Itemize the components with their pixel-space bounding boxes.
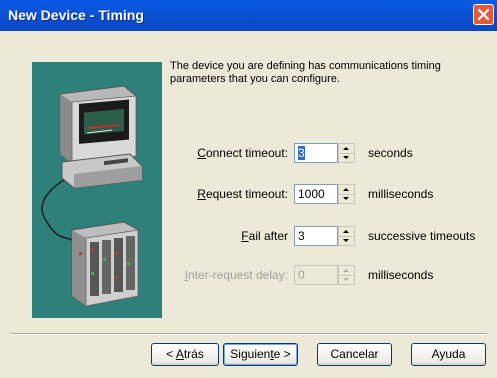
spin-down-icon	[339, 275, 354, 284]
close-button[interactable]	[473, 4, 494, 25]
window-title: New Device - Timing	[8, 7, 144, 23]
spin-down-icon[interactable]	[339, 236, 354, 245]
connect-timeout-value: 3	[298, 146, 305, 160]
connect-timeout-spinner[interactable]	[338, 143, 355, 163]
title-bar[interactable]: New Device - Timing	[0, 0, 497, 31]
inter-request-delay-label: Inter-request delay:	[184, 268, 288, 282]
separator-line	[10, 333, 487, 335]
close-icon	[477, 8, 490, 21]
computer-icon	[59, 85, 143, 189]
fail-after-input[interactable]: 3	[294, 226, 338, 246]
device-rack-icon	[71, 221, 139, 307]
inter-request-delay-input: 0	[294, 265, 338, 285]
request-timeout-spinner[interactable]	[338, 184, 355, 204]
spin-down-icon[interactable]	[339, 194, 354, 203]
spin-down-icon[interactable]	[339, 153, 354, 162]
inter-request-delay-unit: milliseconds	[368, 268, 434, 282]
request-timeout-input[interactable]: 1000	[294, 184, 338, 204]
next-button[interactable]: Siguiente >	[223, 343, 298, 366]
connect-timeout-unit: seconds	[368, 146, 413, 160]
cancel-button[interactable]: Cancelar	[317, 343, 392, 366]
illustration-panel	[32, 62, 162, 318]
fail-after-unit: successive timeouts	[368, 229, 476, 243]
connect-timeout-label: Connect timeout:	[197, 146, 288, 160]
help-button[interactable]: Ayuda	[411, 343, 486, 366]
inter-request-delay-spinner	[338, 265, 355, 285]
dialog-window: New Device - Timing The device you are d…	[0, 0, 497, 378]
description-text: The device you are defining has communic…	[170, 60, 441, 85]
request-timeout-unit: milliseconds	[368, 187, 434, 201]
request-timeout-label: Request timeout:	[197, 187, 288, 201]
connect-timeout-input[interactable]: 3	[294, 143, 338, 163]
fail-after-label: Fail after	[241, 229, 288, 243]
fail-after-spinner[interactable]	[338, 226, 355, 246]
back-button[interactable]: < Atrás	[151, 343, 219, 366]
